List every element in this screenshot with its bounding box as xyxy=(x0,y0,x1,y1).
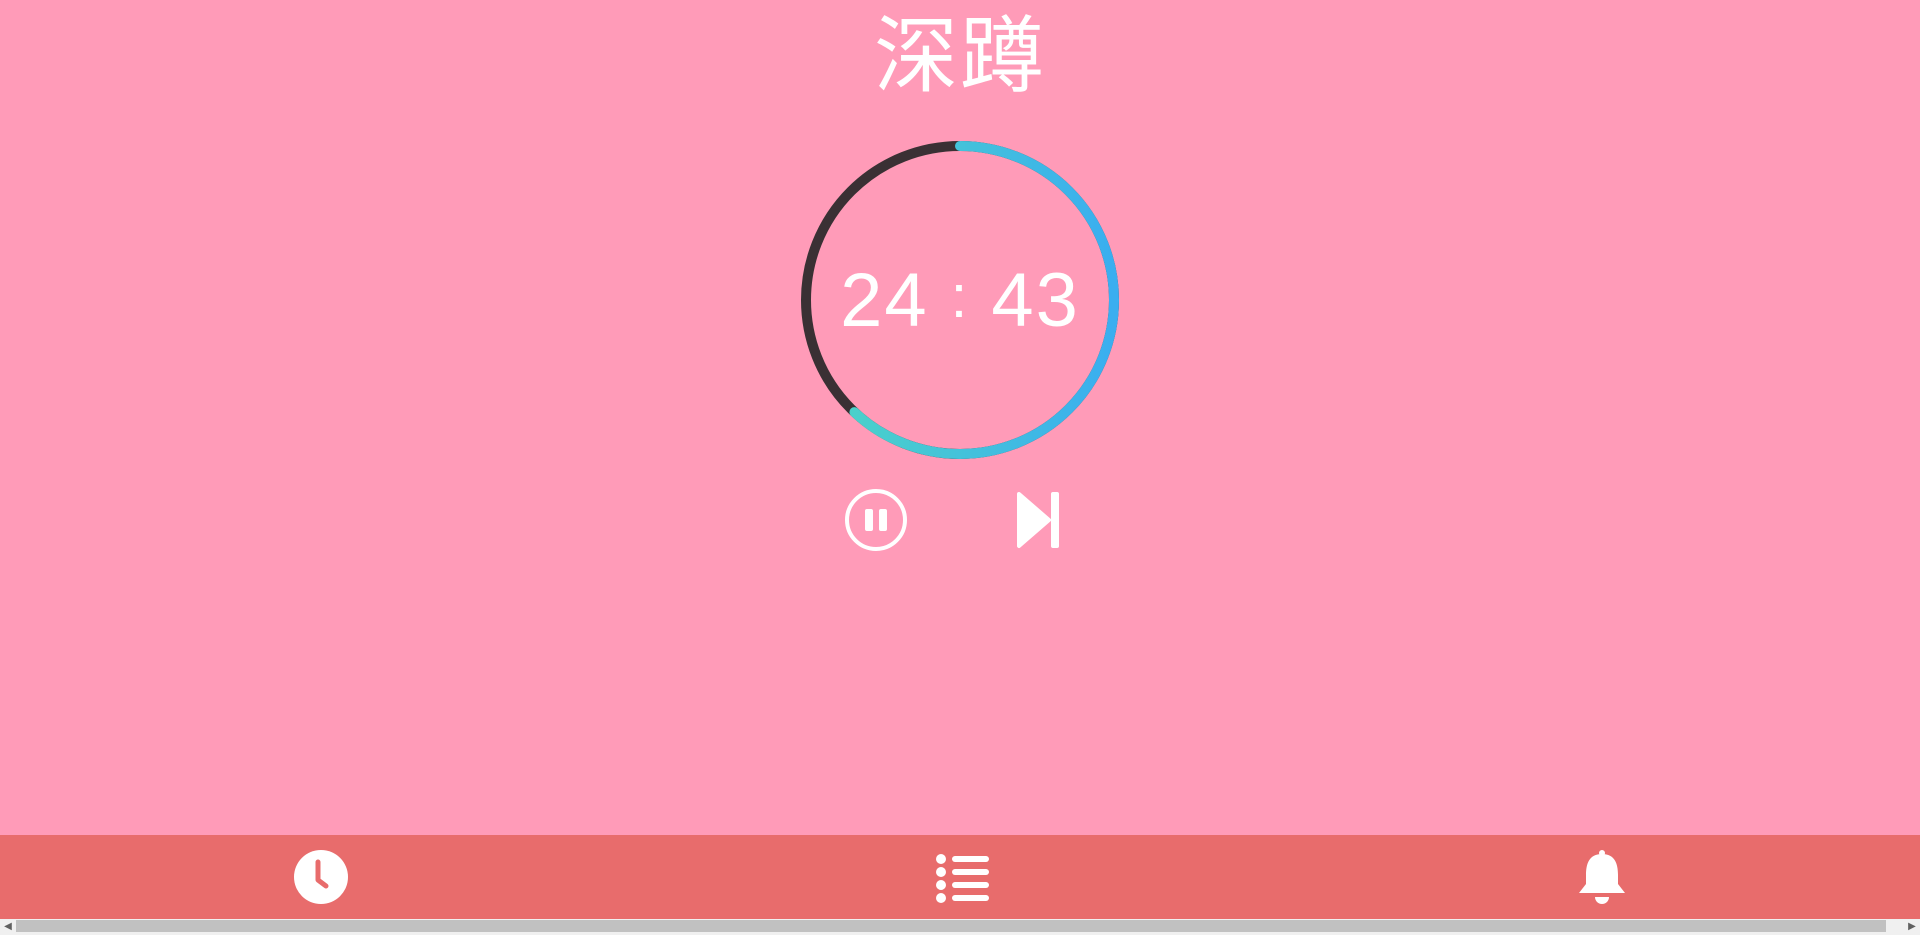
list-icon xyxy=(936,854,989,903)
skip-button[interactable] xyxy=(1014,486,1062,550)
nav-timer-button[interactable] xyxy=(293,849,349,905)
timer-readout: 24 : 43 xyxy=(800,140,1120,460)
scroll-right-arrow-icon[interactable]: ▶ xyxy=(1904,919,1920,935)
horizontal-scrollbar[interactable]: ◀ ▶ xyxy=(0,919,1920,935)
pause-button[interactable] xyxy=(844,488,908,552)
nav-list-button[interactable] xyxy=(935,849,991,905)
timer-minutes: 24 xyxy=(840,257,929,343)
timer-separator: : xyxy=(950,262,970,330)
scroll-left-arrow-icon[interactable]: ◀ xyxy=(0,919,16,935)
countdown-timer: 24 : 43 xyxy=(800,140,1120,460)
pause-circle-icon xyxy=(845,489,907,551)
bell-icon xyxy=(1579,850,1625,904)
exercise-title: 深蹲 xyxy=(873,7,1046,105)
app-screen: 深蹲 24 : 43 ◀ ▶ xyxy=(0,0,1920,935)
clock-icon xyxy=(294,850,348,904)
timer-seconds: 43 xyxy=(991,257,1080,343)
nav-reminder-button[interactable] xyxy=(1574,849,1630,905)
playback-controls xyxy=(840,484,1080,554)
bottom-navigation-bar xyxy=(0,835,1920,919)
skip-next-icon xyxy=(1017,492,1059,548)
scrollbar-thumb[interactable] xyxy=(16,920,1886,932)
